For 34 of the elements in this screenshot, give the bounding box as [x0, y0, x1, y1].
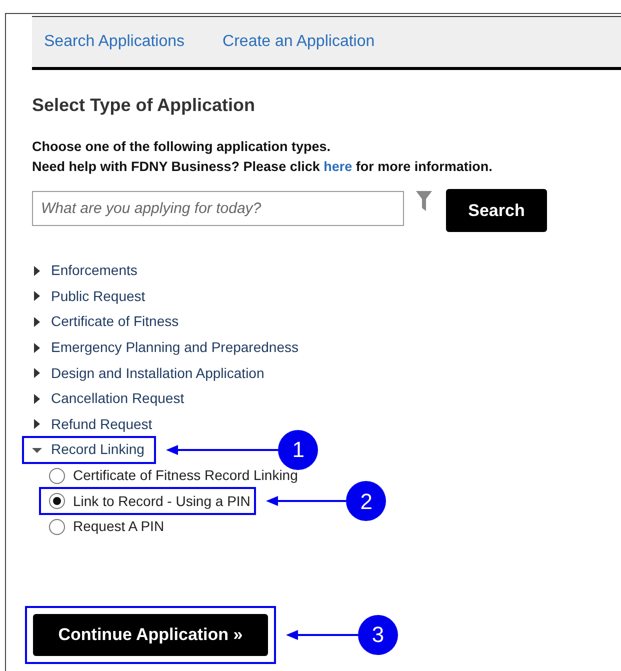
- callout-badge: 3: [358, 614, 398, 655]
- radio-button[interactable]: [49, 468, 65, 484]
- nav-tab[interactable]: Create an Application: [222, 30, 375, 54]
- radio-label: Link to Record - Using a PIN: [73, 492, 250, 511]
- expand-arrow-icon[interactable]: [32, 266, 42, 276]
- tree-item[interactable]: Record Linking: [51, 439, 144, 460]
- tree-item[interactable]: Certificate of Fitness: [51, 311, 179, 332]
- expand-arrow-icon[interactable]: [32, 342, 42, 353]
- nav-tab[interactable]: Search Applications: [44, 30, 185, 54]
- expand-arrow-icon[interactable]: [32, 394, 42, 404]
- search-field[interactable]: What are you applying for today?: [32, 191, 404, 226]
- callout-badge: 2: [346, 481, 386, 522]
- search-button[interactable]: Search: [446, 189, 547, 232]
- expand-arrow-icon[interactable]: [32, 368, 42, 378]
- tree-item[interactable]: Refund Request: [51, 414, 152, 435]
- callout-badge: 1: [278, 430, 318, 470]
- tree-item[interactable]: Enforcements: [51, 260, 138, 282]
- tree-item[interactable]: Emergency Planning and Preparedness: [51, 337, 298, 358]
- continue-button[interactable]: Continue Application »: [33, 614, 268, 656]
- tree-item[interactable]: Public Request: [51, 286, 146, 307]
- help-link[interactable]: here: [324, 159, 352, 174]
- tree-item[interactable]: Design and Installation Application: [51, 362, 264, 384]
- help-text: Need help with FDNY Business? Please click here for more information.: [32, 158, 494, 176]
- expand-arrow-icon[interactable]: [32, 419, 42, 430]
- tree-item[interactable]: Cancellation Request: [51, 388, 184, 410]
- intro-text: Choose one of the following application types.: [32, 138, 332, 156]
- radio-button[interactable]: [49, 518, 65, 535]
- filter-icon: [416, 191, 432, 211]
- expand-arrow-icon[interactable]: [32, 291, 42, 302]
- expand-arrow-icon[interactable]: [32, 316, 42, 327]
- radio-label: Request A PIN: [73, 517, 164, 536]
- page-heading: Select Type of Application: [32, 94, 256, 117]
- radio-button[interactable]: [49, 493, 65, 510]
- callout-arrow: [286, 628, 358, 641]
